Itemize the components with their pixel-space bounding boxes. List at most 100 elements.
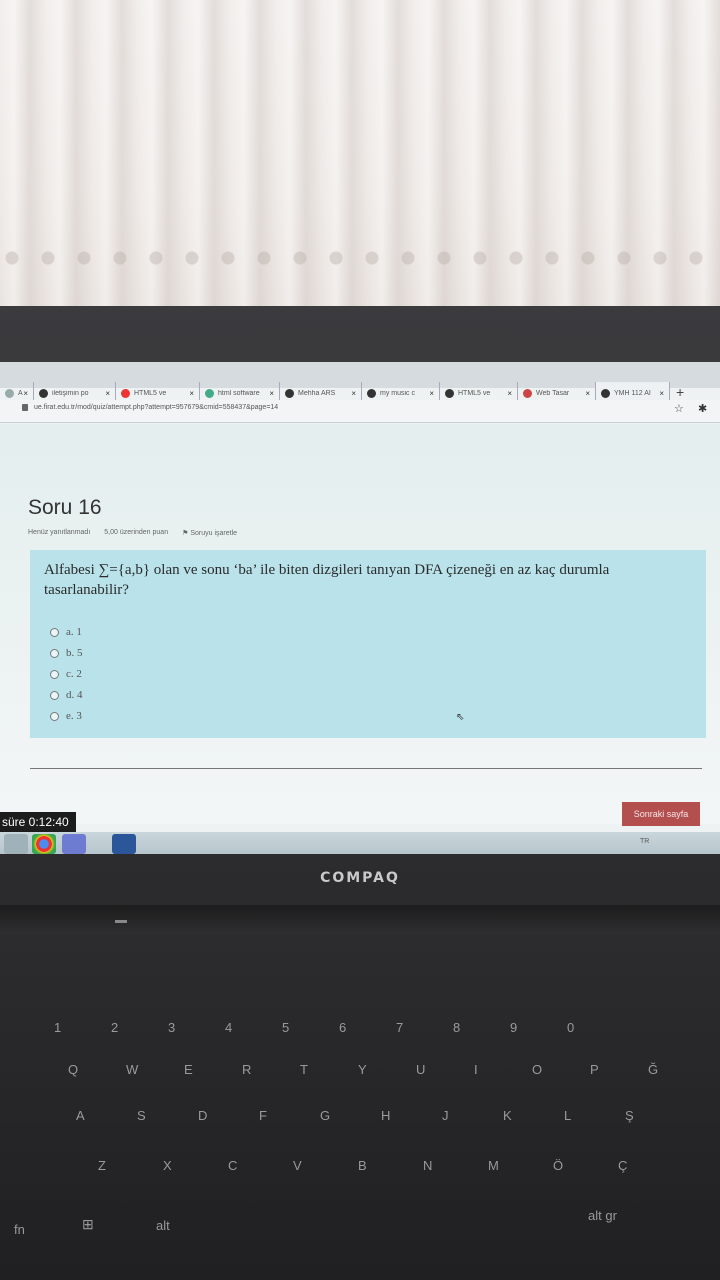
key-j[interactable]: J — [442, 1108, 449, 1123]
close-tab-icon[interactable]: × — [105, 389, 110, 398]
key-3[interactable]: 3 — [168, 1020, 175, 1035]
key-x[interactable]: X — [163, 1158, 172, 1173]
key-n[interactable]: N — [423, 1158, 432, 1173]
tab-label: iletişimin po — [52, 389, 89, 397]
key-y[interactable]: Y — [358, 1062, 367, 1077]
close-tab-icon[interactable]: × — [507, 389, 512, 398]
key-alt-gr[interactable]: alt gr — [588, 1208, 617, 1223]
laptop-brand-logo: COMPAQ — [320, 870, 400, 886]
close-tab-icon[interactable]: × — [23, 389, 28, 398]
option-label: b. 5 — [66, 647, 83, 659]
quiz-timer: süre 0:12:40 — [0, 812, 76, 832]
key-m[interactable]: M — [488, 1158, 499, 1173]
radio-button[interactable] — [50, 669, 59, 679]
windows-key-icon[interactable]: ⊞ — [82, 1216, 94, 1233]
key-ş[interactable]: Ş — [625, 1108, 634, 1123]
option-label: e. 3 — [66, 710, 82, 722]
laptop-screen: Al×iletişimin po×HTML5 ve×html software×… — [0, 362, 720, 854]
lock-icon — [22, 404, 28, 411]
key-2[interactable]: 2 — [111, 1020, 118, 1035]
close-tab-icon[interactable]: × — [351, 389, 356, 398]
key-v[interactable]: V — [293, 1158, 302, 1173]
key-0[interactable]: 0 — [567, 1020, 574, 1035]
tab-label: Mehha ARS — [298, 389, 336, 397]
close-tab-icon[interactable]: × — [189, 389, 194, 398]
radio-button[interactable] — [50, 627, 59, 637]
radio-button[interactable] — [50, 690, 59, 700]
extension-icon[interactable]: ✱ — [698, 402, 707, 415]
key-e[interactable]: E — [184, 1062, 193, 1077]
key-b[interactable]: B — [358, 1158, 367, 1173]
option-label: a. 1 — [66, 626, 82, 638]
system-tray: TR — [640, 838, 650, 845]
key-k[interactable]: K — [503, 1108, 512, 1123]
key-f[interactable]: F — [259, 1108, 267, 1123]
key-5[interactable]: 5 — [282, 1020, 289, 1035]
key-1[interactable]: 1 — [54, 1020, 61, 1035]
tab-label: YMH 112 AI — [614, 389, 651, 397]
word-icon[interactable] — [112, 834, 136, 854]
close-tab-icon[interactable]: × — [269, 389, 274, 398]
option-e[interactable]: e. 3 — [50, 710, 82, 722]
key-ğ[interactable]: Ğ — [648, 1062, 658, 1077]
key-t[interactable]: T — [300, 1062, 308, 1077]
key-r[interactable]: R — [242, 1062, 251, 1077]
key-d[interactable]: D — [198, 1108, 207, 1123]
chrome-icon[interactable] — [32, 834, 56, 854]
key-u[interactable]: U — [416, 1062, 425, 1077]
mouse-cursor-icon: ⇖ — [456, 712, 465, 723]
key-h[interactable]: H — [381, 1108, 390, 1123]
close-tab-icon[interactable]: × — [429, 389, 434, 398]
site-icon — [285, 388, 294, 398]
next-page-button[interactable]: Sonraki sayfa — [622, 802, 700, 826]
key-4[interactable]: 4 — [225, 1020, 232, 1035]
flag-question-link[interactable]: ⚑ Soruyu işaretle — [182, 529, 237, 537]
discord-icon[interactable] — [62, 834, 86, 854]
key-alt[interactable]: alt — [156, 1218, 170, 1233]
radio-button[interactable] — [50, 711, 59, 721]
question-title: Soru 16 — [28, 496, 102, 519]
key-7[interactable]: 7 — [396, 1020, 403, 1035]
key-w[interactable]: W — [126, 1062, 138, 1077]
address-bar[interactable]: ue.firat.edu.tr/mod/quiz/attempt.php?att… — [0, 400, 720, 423]
laptop-keyboard — [0, 935, 720, 1280]
tab-label: HTML5 ve — [134, 389, 167, 397]
key-i[interactable]: I — [474, 1062, 478, 1077]
key-g[interactable]: G — [320, 1108, 330, 1123]
key-p[interactable]: P — [590, 1062, 599, 1077]
key-a[interactable]: A — [76, 1108, 85, 1123]
key-s[interactable]: S — [137, 1108, 146, 1123]
windows-taskbar: TR — [0, 832, 720, 854]
youtube-icon — [121, 388, 130, 398]
option-b[interactable]: b. 5 — [50, 647, 83, 659]
url-text[interactable]: ue.firat.edu.tr/mod/quiz/attempt.php?att… — [34, 404, 278, 411]
option-c[interactable]: c. 2 — [50, 668, 82, 680]
tab-label: my music c — [380, 389, 415, 397]
key-z[interactable]: Z — [98, 1158, 106, 1173]
background-curtain — [0, 0, 720, 320]
key-o[interactable]: O — [532, 1062, 542, 1077]
site-icon — [601, 388, 610, 398]
key-fn[interactable]: fn — [14, 1222, 25, 1237]
key-9[interactable]: 9 — [510, 1020, 517, 1035]
curtain-lace — [0, 238, 720, 278]
close-tab-icon[interactable]: × — [585, 389, 590, 398]
question-status: Henüz yanıtlanmadı — [28, 529, 91, 536]
key-6[interactable]: 6 — [339, 1020, 346, 1035]
flag-question-label: Soruyu işaretle — [190, 530, 238, 537]
windows-start-icon[interactable] — [4, 834, 28, 854]
close-tab-icon[interactable]: × — [659, 389, 664, 398]
key-ç[interactable]: Ç — [618, 1158, 627, 1173]
key-l[interactable]: L — [564, 1108, 571, 1123]
w-icon — [445, 388, 454, 398]
new-tab-button[interactable]: + — [676, 384, 684, 400]
key-q[interactable]: Q — [68, 1062, 78, 1077]
option-a[interactable]: a. 1 — [50, 626, 82, 638]
question-points: 5,00 üzerinden puan — [104, 529, 169, 536]
key-ö[interactable]: Ö — [553, 1158, 563, 1173]
option-d[interactable]: d. 4 — [50, 689, 83, 701]
key-c[interactable]: C — [228, 1158, 237, 1173]
radio-button[interactable] — [50, 648, 59, 658]
key-8[interactable]: 8 — [453, 1020, 460, 1035]
bookmark-star-icon[interactable]: ☆ — [674, 402, 684, 415]
